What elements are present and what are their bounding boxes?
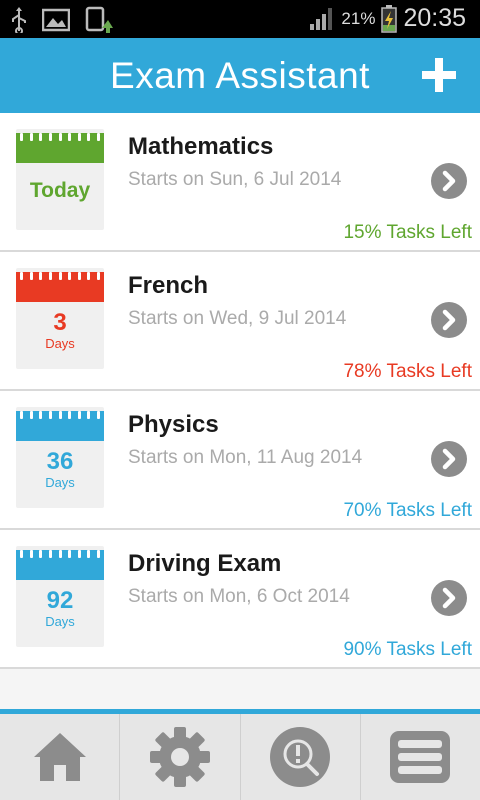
- calendar-header: [16, 550, 104, 580]
- search-tips-icon: [270, 727, 331, 787]
- calendar-icon: Today: [16, 129, 104, 230]
- menu-list-icon: [390, 731, 451, 783]
- gallery-icon: [42, 8, 70, 32]
- exam-title: Physics: [128, 411, 219, 438]
- calendar-icon: 36 Days: [16, 407, 104, 508]
- tips-button[interactable]: [239, 714, 360, 800]
- exam-list-item[interactable]: 92 Days Driving Exam Starts on Mon, 6 Oc…: [0, 530, 480, 669]
- countdown-unit: Days: [45, 336, 75, 351]
- home-icon: [33, 733, 86, 781]
- exam-start-date: Starts on Mon, 11 Aug 2014: [128, 447, 363, 468]
- calendar-header: [16, 272, 104, 302]
- exam-title: French: [128, 272, 209, 299]
- signal-icon: [310, 7, 333, 30]
- calendar-header: [16, 411, 104, 441]
- calendar-header: [16, 133, 104, 163]
- exam-start-date: Starts on Sun, 6 Jul 2014: [128, 169, 342, 190]
- exam-list-item[interactable]: 36 Days Physics Starts on Mon, 11 Aug 20…: [0, 391, 480, 530]
- countdown-unit: Days: [45, 475, 75, 490]
- calendar-rings: [20, 272, 100, 280]
- chevron-right-icon[interactable]: [431, 580, 467, 616]
- status-indicators: 21% 20:35: [309, 4, 466, 33]
- screen-rotate-icon: [85, 6, 113, 33]
- clock: 20:35: [403, 4, 466, 32]
- exam-list-item[interactable]: 3 Days French Starts on Wed, 9 Jul 2014 …: [0, 252, 480, 391]
- tasks-left-label: 70% Tasks Left: [343, 500, 472, 521]
- status-bar: 21% 20:35: [0, 0, 480, 38]
- countdown-unit: Days: [45, 614, 75, 629]
- calendar-icon: 3 Days: [16, 268, 104, 369]
- countdown-value: 92: [46, 587, 74, 614]
- app-header: Exam Assistant: [0, 38, 480, 113]
- settings-gear-icon: [149, 727, 210, 787]
- chevron-right-icon[interactable]: [431, 302, 467, 338]
- battery-charging-icon: [381, 4, 398, 33]
- countdown: 92 Days: [16, 584, 104, 630]
- tasks-left-label: 90% Tasks Left: [343, 639, 472, 660]
- countdown-value: 3: [53, 309, 67, 336]
- countdown: 36 Days: [16, 445, 104, 491]
- exam-title: Mathematics: [128, 133, 274, 160]
- chevron-right-icon[interactable]: [431, 441, 467, 477]
- tasks-left-label: 15% Tasks Left: [343, 222, 472, 243]
- notification-icons: [10, 6, 114, 34]
- calendar-rings: [20, 550, 100, 558]
- add-exam-button[interactable]: [422, 58, 456, 92]
- page-title: Exam Assistant: [110, 55, 370, 96]
- countdown: 3 Days: [16, 306, 104, 352]
- calendar-icon: 92 Days: [16, 546, 104, 647]
- calendar-rings: [20, 133, 100, 141]
- exam-list: Today Mathematics Starts on Sun, 6 Jul 2…: [0, 113, 480, 669]
- countdown-value: 36: [46, 448, 74, 475]
- settings-button[interactable]: [119, 714, 239, 800]
- calendar-rings: [20, 411, 100, 419]
- exam-list-item[interactable]: Today Mathematics Starts on Sun, 6 Jul 2…: [0, 113, 480, 252]
- tasks-left-label: 78% Tasks Left: [343, 361, 472, 382]
- exam-title: Driving Exam: [128, 550, 282, 577]
- menu-button[interactable]: [359, 714, 480, 800]
- countdown-value: Today: [29, 179, 91, 202]
- chevron-right-icon[interactable]: [431, 163, 467, 199]
- bottom-navigation: [0, 709, 480, 800]
- countdown: Today: [16, 167, 104, 203]
- battery-percent: 21%: [341, 8, 376, 28]
- home-button[interactable]: [0, 714, 119, 800]
- exam-start-date: Starts on Wed, 9 Jul 2014: [128, 308, 347, 329]
- exam-start-date: Starts on Mon, 6 Oct 2014: [128, 586, 350, 607]
- usb-icon: [12, 7, 26, 33]
